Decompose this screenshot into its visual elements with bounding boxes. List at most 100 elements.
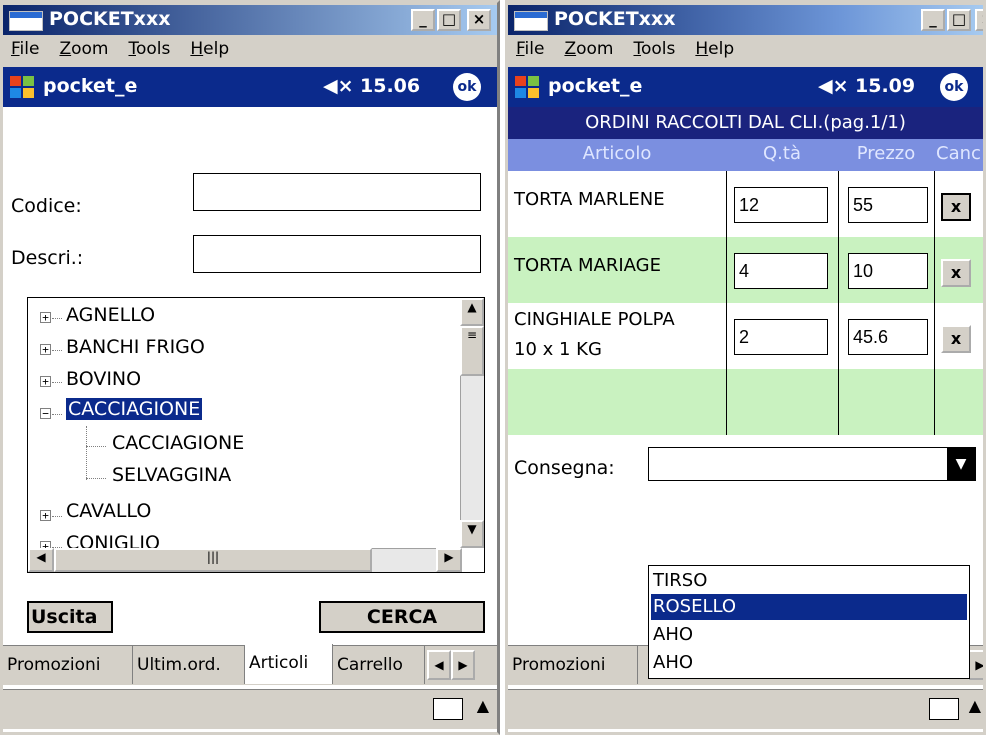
menu-file[interactable]: File	[11, 35, 39, 63]
nav-bar: pocket_e ◀× 15.09 ok	[508, 67, 983, 107]
menu-zoom[interactable]: Zoom	[59, 35, 108, 63]
consegna-select[interactable]: ▼	[648, 447, 976, 481]
menu-tools[interactable]: Tools	[633, 35, 675, 63]
qta-field[interactable]	[734, 253, 828, 289]
expand-icon[interactable]: +	[40, 376, 51, 387]
qta-field[interactable]	[734, 319, 828, 355]
prezzo-field[interactable]	[848, 187, 928, 223]
tree-item-bovino[interactable]: BOVINO	[66, 368, 141, 390]
clock: 15.09	[855, 75, 916, 97]
close-button[interactable]: ×	[975, 9, 983, 31]
app-name: pocket_e	[43, 75, 138, 97]
volume-icon[interactable]: ◀×	[818, 75, 849, 97]
windows-start-icon[interactable]	[512, 73, 542, 101]
tree-item-agnello[interactable]: AGNELLO	[66, 304, 155, 326]
sip-menu-arrow-icon[interactable]: ▲	[477, 696, 489, 715]
app-name: pocket_e	[548, 75, 643, 97]
maximize-button[interactable]: □	[947, 9, 971, 31]
dropdown-option-selected[interactable]: ROSELLO	[651, 594, 967, 620]
menu-bar: File Zoom Tools Help	[3, 35, 497, 63]
tree-item-banchi-frigo[interactable]: BANCHI FRIGO	[66, 336, 205, 358]
sip-bar: ▲	[508, 689, 983, 729]
dropdown-option[interactable]: AHO	[651, 650, 967, 676]
expand-icon[interactable]: +	[40, 510, 51, 521]
row-articolo: TORTA MARLENE	[514, 189, 665, 210]
col-prezzo[interactable]: Prezzo	[838, 143, 934, 164]
prezzo-field[interactable]	[848, 319, 928, 355]
window-title: POCKETxxx	[554, 8, 676, 30]
consegna-label: Consegna:	[514, 457, 615, 479]
menu-file[interactable]: File	[516, 35, 544, 63]
tab-promozioni[interactable]: Promozioni	[508, 646, 638, 684]
dropdown-option[interactable]: AHO	[651, 622, 967, 648]
scroll-right-icon[interactable]: ▶	[436, 548, 462, 572]
collapse-icon[interactable]: −	[40, 408, 51, 419]
minimize-button[interactable]: _	[411, 9, 435, 31]
tree-item-cacciagione[interactable]: CACCIAGIONE	[64, 397, 204, 421]
menu-zoom[interactable]: Zoom	[564, 35, 613, 63]
scroll-left-icon[interactable]: ◀	[28, 548, 54, 572]
tab-ultim-ord[interactable]: Ultim.ord.	[133, 646, 245, 684]
tree-item-cavallo[interactable]: CAVALLO	[66, 500, 151, 522]
qta-field[interactable]	[734, 187, 828, 223]
cerca-button[interactable]: CERCA	[319, 601, 485, 633]
category-tree: + AGNELLO + BANCHI FRIGO + BOVINO − CACC…	[27, 297, 485, 573]
nav-bar: pocket_e ◀× 15.06 ok	[3, 67, 497, 107]
descr-field[interactable]	[193, 235, 481, 273]
orders-title: ORDINI RACCOLTI DAL CLI.(pag.1/1)	[508, 107, 983, 139]
h-scroll-thumb[interactable]: |||	[54, 548, 372, 572]
cancel-row-button[interactable]: x	[941, 325, 971, 353]
uscita-button[interactable]: Uscita	[27, 601, 113, 633]
menu-help[interactable]: Help	[695, 35, 734, 63]
tab-carrello[interactable]: Carrello	[333, 646, 425, 684]
row-articolo: TORTA MARIAGE	[514, 255, 661, 276]
tab-articoli[interactable]: Articoli	[245, 644, 333, 684]
table-row	[508, 369, 983, 435]
dropdown-option[interactable]: TIRSO	[651, 568, 967, 594]
menu-tools[interactable]: Tools	[128, 35, 170, 63]
cancel-row-button[interactable]: x	[941, 259, 971, 287]
windows-start-icon[interactable]	[7, 73, 37, 101]
tab-scroll-right-icon[interactable]: ▶	[968, 650, 983, 680]
col-qta[interactable]: Q.tà	[726, 143, 838, 164]
consegna-options-list: TIRSO ROSELLO AHO AHO	[648, 565, 970, 679]
ok-button[interactable]: ok	[453, 73, 481, 101]
expand-icon[interactable]: +	[40, 312, 51, 323]
app-window-icon	[9, 11, 43, 31]
tab-scroll-left-icon[interactable]: ◀	[427, 650, 451, 680]
app-window-icon	[514, 11, 548, 31]
device-screen: pocket_e ◀× 15.09 ok ORDINI RACCOLTI DAL…	[508, 67, 983, 732]
row-articolo: CINGHIALE POLPA	[514, 309, 675, 330]
col-articolo[interactable]: Articolo	[508, 143, 726, 164]
scroll-thumb[interactable]: ≡	[460, 326, 484, 376]
title-bar: POCKETxxx _ □ ×	[3, 5, 497, 35]
left-emulator-window: POCKETxxx _ □ × File Zoom Tools Help pocket…	[0, 0, 500, 735]
maximize-button[interactable]: □	[437, 9, 461, 31]
scroll-up-icon[interactable]: ▲	[460, 298, 484, 326]
sip-menu-arrow-icon[interactable]: ▲	[969, 696, 981, 715]
prezzo-field[interactable]	[848, 253, 928, 289]
menu-help[interactable]: Help	[190, 35, 229, 63]
right-emulator-window: POCKETxxx _ □ × File Zoom Tools Help pocket…	[505, 0, 986, 735]
expand-icon[interactable]: +	[40, 344, 51, 355]
descr-label: Descri.:	[11, 247, 84, 269]
keyboard-icon[interactable]	[433, 698, 463, 720]
cancel-row-button[interactable]: x	[941, 193, 971, 221]
keyboard-icon[interactable]	[929, 698, 959, 720]
minimize-button[interactable]: _	[921, 9, 945, 31]
ok-button[interactable]: ok	[940, 73, 968, 101]
codice-label: Codice:	[11, 195, 82, 217]
tree-child-selvaggina[interactable]: SELVAGGINA	[112, 464, 231, 486]
scroll-down-icon[interactable]: ▼	[460, 520, 484, 548]
volume-icon[interactable]: ◀×	[323, 75, 354, 97]
window-title: POCKETxxx	[49, 8, 171, 30]
dropdown-arrow-icon[interactable]: ▼	[947, 448, 975, 480]
device-screen: pocket_e ◀× 15.06 ok Codice: Descri.: + …	[3, 67, 497, 732]
codice-field[interactable]	[193, 173, 481, 211]
col-canc[interactable]: Canc	[936, 143, 981, 164]
title-bar: POCKETxxx _ □ ×	[508, 5, 983, 35]
tab-scroll-right-icon[interactable]: ▶	[451, 650, 475, 680]
tab-promozioni[interactable]: Promozioni	[3, 646, 133, 684]
tree-child-cacciagione[interactable]: CACCIAGIONE	[112, 432, 244, 454]
close-button[interactable]: ×	[467, 9, 491, 31]
